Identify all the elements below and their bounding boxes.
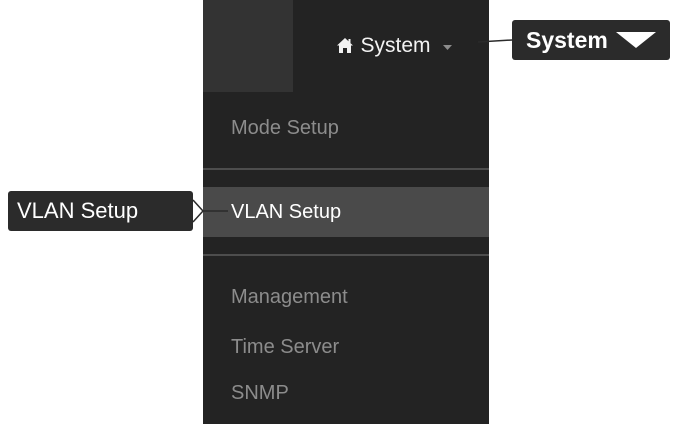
callout-vlan-setup-label: VLAN Setup (17, 198, 139, 223)
callout-vlan-setup: VLAN Setup (8, 191, 193, 231)
callout-system: System (512, 20, 670, 60)
triangle-down-icon (615, 32, 656, 48)
callout-system-label: System (526, 26, 608, 53)
